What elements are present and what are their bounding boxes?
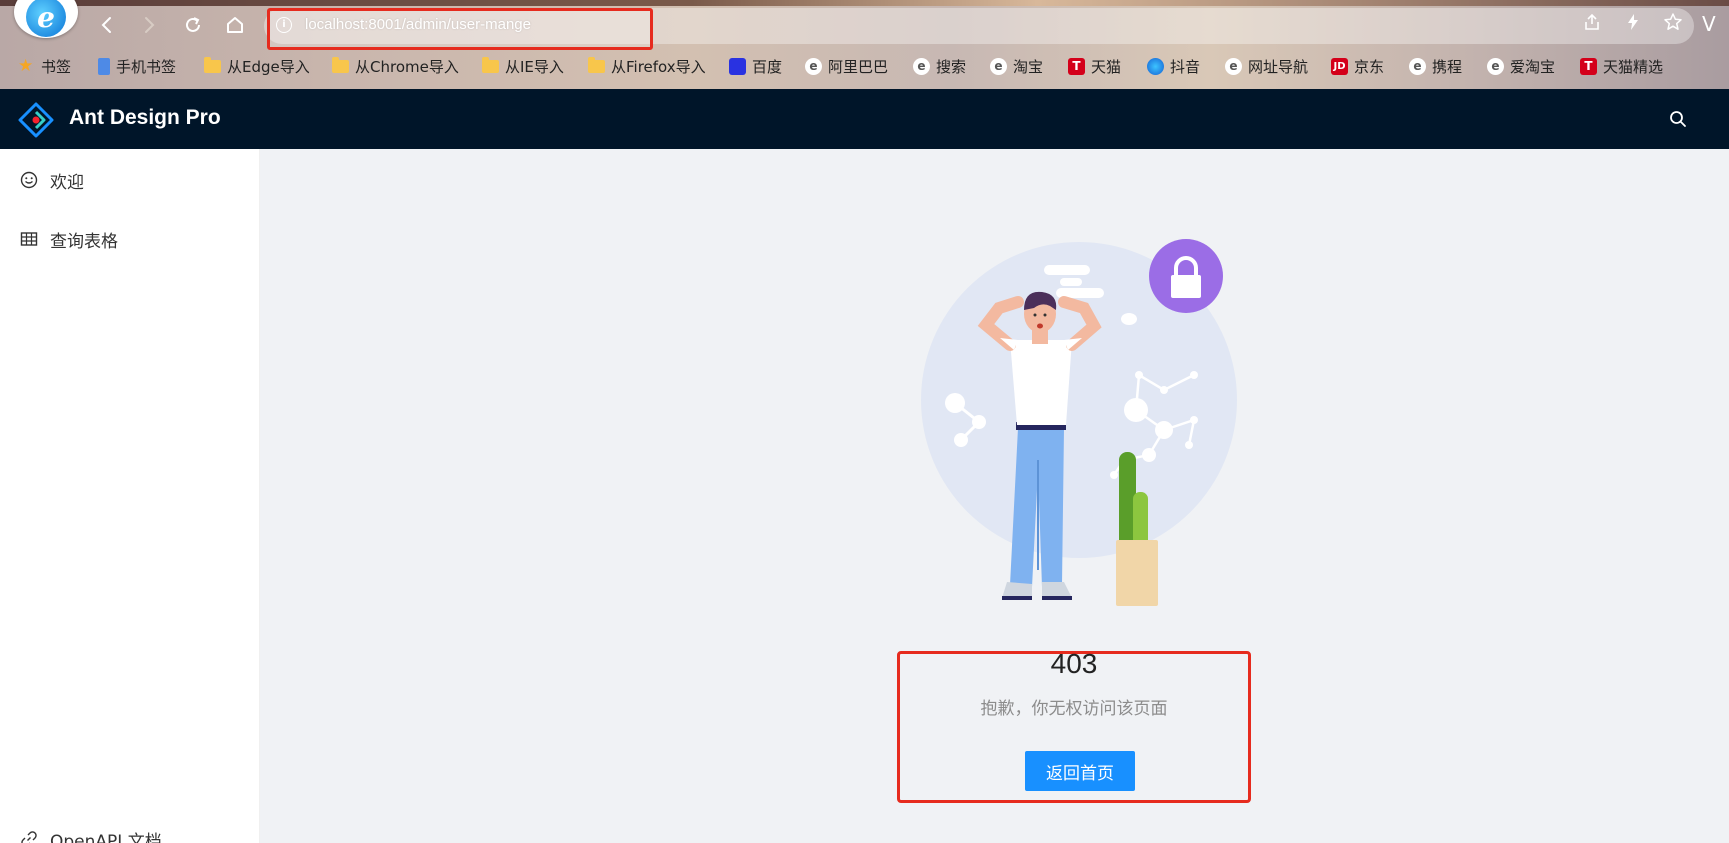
table-icon bbox=[20, 232, 38, 246]
bookmark-item[interactable]: e 网址导航 bbox=[1225, 56, 1308, 77]
sidebar: 欢迎 查询表格 OpenAPI 文档 bbox=[0, 149, 260, 843]
app-title[interactable]: Ant Design Pro bbox=[69, 106, 221, 130]
sidebar-item-label: OpenAPI 文档 bbox=[50, 831, 162, 843]
back-icon[interactable] bbox=[94, 12, 120, 38]
bookmark-item[interactable]: 从Edge导入 bbox=[204, 56, 310, 77]
tmall-icon: T bbox=[1580, 58, 1597, 75]
douyin-icon bbox=[1147, 58, 1164, 75]
search-icon[interactable] bbox=[1668, 109, 1688, 129]
tmall-icon: T bbox=[1068, 58, 1085, 75]
bookmark-item[interactable]: ★ 书签 bbox=[18, 56, 71, 77]
bookmark-item[interactable]: e 爱淘宝 bbox=[1487, 56, 1555, 77]
bookmark-item[interactable]: e 淘宝 bbox=[990, 56, 1043, 77]
browser-e-icon: e bbox=[805, 58, 822, 75]
bookmark-item[interactable]: T 天猫 bbox=[1068, 56, 1121, 77]
reload-icon[interactable] bbox=[180, 12, 206, 38]
browser-e-icon: e bbox=[913, 58, 930, 75]
star-icon: ★ bbox=[18, 56, 34, 76]
favorite-star-icon[interactable] bbox=[1663, 12, 1683, 37]
folder-icon bbox=[332, 57, 349, 73]
baidu-icon bbox=[729, 58, 746, 75]
bookmarks-bar: ★ 书签 手机书签 从Edge导入 从Chrome导入 从IE导入 从Firefo… bbox=[0, 52, 1729, 82]
folder-icon bbox=[588, 57, 605, 73]
more-icon[interactable]: V bbox=[1702, 12, 1716, 36]
folder-icon bbox=[482, 57, 499, 73]
browser-toolbar: e i localhost:8001/admin/user-mange V ★ 书… bbox=[0, 0, 1729, 89]
result-status-code: 403 bbox=[1050, 648, 1098, 679]
bookmark-item[interactable]: JD 京东 bbox=[1331, 56, 1384, 77]
bookmark-item[interactable]: e 搜索 bbox=[913, 56, 966, 77]
lightning-icon[interactable] bbox=[1623, 12, 1643, 37]
site-info-icon[interactable]: i bbox=[276, 17, 292, 33]
bookmark-item[interactable]: 手机书签 bbox=[98, 56, 176, 77]
browser-e-icon: e bbox=[1487, 58, 1504, 75]
bookmark-item[interactable]: 抖音 bbox=[1147, 56, 1200, 77]
result-subtitle: 抱歉，你无权访问该页面 bbox=[980, 699, 1168, 719]
forward-icon[interactable] bbox=[136, 12, 162, 38]
browser-logo-icon: e bbox=[14, 0, 78, 38]
browser-e-icon: e bbox=[1225, 58, 1242, 75]
bookmark-item[interactable]: e 携程 bbox=[1409, 56, 1462, 77]
bookmark-item[interactable]: 从Firefox导入 bbox=[588, 56, 706, 77]
browser-e-icon: e bbox=[990, 58, 1007, 75]
bookmark-item[interactable]: 从IE导入 bbox=[482, 56, 564, 77]
url-text[interactable]: localhost:8001/admin/user-mange bbox=[305, 16, 531, 33]
forbidden-illustration bbox=[921, 239, 1237, 606]
home-icon[interactable] bbox=[222, 12, 248, 38]
share-icon[interactable] bbox=[1582, 12, 1602, 37]
smile-icon bbox=[20, 171, 38, 189]
sidebar-item-label: 查询表格 bbox=[50, 231, 118, 252]
sidebar-item-openapi[interactable]: OpenAPI 文档 bbox=[0, 819, 260, 843]
bookmark-item[interactable]: e 阿里巴巴 bbox=[805, 56, 888, 77]
bookmark-item[interactable]: 从Chrome导入 bbox=[332, 56, 459, 77]
sidebar-item-welcome[interactable]: 欢迎 bbox=[0, 160, 260, 200]
ant-design-logo-icon[interactable] bbox=[18, 102, 54, 138]
app-header: Ant Design Pro bbox=[0, 89, 1729, 149]
link-icon bbox=[21, 831, 37, 843]
back-home-button[interactable]: 返回首页 bbox=[1025, 751, 1135, 791]
folder-icon bbox=[204, 57, 221, 73]
jd-icon: JD bbox=[1331, 58, 1348, 75]
sidebar-item-label: 欢迎 bbox=[50, 172, 84, 193]
browser-e-icon: e bbox=[1409, 58, 1426, 75]
sidebar-item-table[interactable]: 查询表格 bbox=[0, 219, 260, 259]
bookmark-item[interactable]: 百度 bbox=[729, 56, 782, 77]
bookmark-item[interactable]: T 天猫精选 bbox=[1580, 56, 1663, 77]
phone-icon bbox=[98, 58, 110, 75]
